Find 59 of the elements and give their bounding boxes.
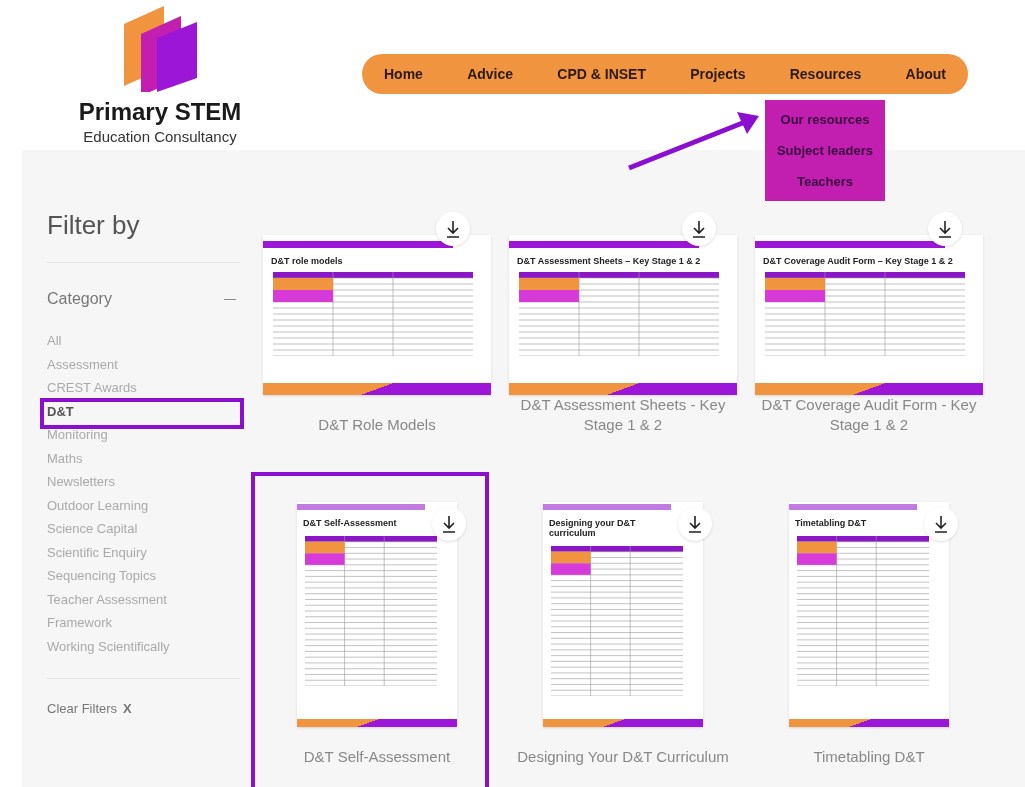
- logo-title: Primary STEM: [78, 100, 242, 124]
- document-heading: D&T Coverage Audit Form – Key Stage 1 & 2: [763, 256, 954, 266]
- resource-title[interactable]: Designing Your D&T Curriculum: [508, 747, 738, 767]
- nav-link[interactable]: CPD & INSET: [557, 63, 646, 85]
- download-icon: [692, 220, 706, 238]
- download-button[interactable]: [928, 212, 962, 246]
- dropdown-item[interactable]: Our resources: [780, 104, 870, 135]
- category-link[interactable]: Science Capital: [47, 519, 138, 539]
- download-button[interactable]: [924, 507, 958, 541]
- download-button[interactable]: [682, 212, 716, 246]
- category-link[interactable]: Maths: [47, 448, 83, 468]
- resource-title[interactable]: D&T Self-Assessment: [262, 747, 492, 767]
- document-heading: Timetabling D&T: [795, 518, 868, 528]
- category-link[interactable]: Working Scientifically: [47, 636, 170, 656]
- document-heading: D&T Assessment Sheets – Key Stage 1 & 2: [517, 256, 702, 266]
- resource-title[interactable]: Timetabling D&T: [754, 747, 984, 767]
- category-link[interactable]: Framework: [47, 613, 112, 633]
- resource-title[interactable]: D&T Assessment Sheets - Key Stage 1 & 2: [508, 395, 738, 435]
- download-button[interactable]: [436, 212, 470, 246]
- resource-title[interactable]: D&T Role Models: [262, 415, 492, 435]
- document-thumbnail[interactable]: Designing your D&T curriculum: [543, 502, 703, 727]
- document-heading: D&T role models: [271, 256, 344, 266]
- download-button[interactable]: [432, 507, 466, 541]
- category-link[interactable]: Newsletters: [47, 472, 115, 492]
- dropdown-item[interactable]: Subject leaders: [776, 135, 874, 166]
- document-heading: Designing your D&T curriculum: [549, 518, 637, 538]
- clear-icon[interactable]: X: [123, 699, 132, 719]
- category-link[interactable]: Assessment: [47, 354, 118, 374]
- category-link[interactable]: Scientific Enquiry: [47, 542, 147, 562]
- category-link[interactable]: CREST Awards: [47, 378, 137, 398]
- nav-link[interactable]: Advice: [467, 63, 514, 85]
- category-heading: Category: [47, 289, 112, 309]
- category-link[interactable]: Teacher Assessment: [47, 589, 167, 609]
- download-icon: [442, 515, 456, 533]
- category-link[interactable]: All: [47, 331, 62, 351]
- download-icon: [934, 515, 948, 533]
- category-link[interactable]: Outdoor Learning: [47, 495, 149, 515]
- nav-link[interactable]: About: [905, 63, 946, 85]
- download-button[interactable]: [678, 507, 712, 541]
- resource-title[interactable]: D&T Coverage Audit Form - Key Stage 1 & 2: [754, 395, 984, 435]
- download-icon: [938, 220, 952, 238]
- clear-filters-link[interactable]: Clear Filters: [47, 699, 118, 719]
- filter-heading: Filter by: [47, 212, 141, 238]
- document-thumbnail[interactable]: D&T Self-Assessment: [297, 502, 457, 727]
- download-icon: [688, 515, 702, 533]
- category-link[interactable]: Monitoring: [47, 425, 108, 445]
- dropdown-item[interactable]: Teachers: [796, 166, 854, 197]
- document-thumbnail[interactable]: D&T role models: [263, 235, 491, 395]
- nav-link[interactable]: Home: [384, 63, 423, 85]
- nav-link[interactable]: Projects: [690, 63, 746, 85]
- document-thumbnail[interactable]: D&T Coverage Audit Form – Key Stage 1 & 2: [755, 235, 983, 395]
- document-thumbnail[interactable]: D&T Assessment Sheets – Key Stage 1 & 2: [509, 235, 737, 395]
- category-link[interactable]: Sequencing Topics: [47, 566, 156, 586]
- document-thumbnail[interactable]: Timetabling D&T: [789, 502, 949, 727]
- document-heading: D&T Self-Assessment: [303, 518, 398, 528]
- download-icon: [446, 220, 460, 238]
- nav-link[interactable]: Resources: [789, 63, 862, 85]
- category-link[interactable]: D&T: [47, 401, 74, 421]
- logo-subtitle: Education Consultancy: [83, 128, 237, 147]
